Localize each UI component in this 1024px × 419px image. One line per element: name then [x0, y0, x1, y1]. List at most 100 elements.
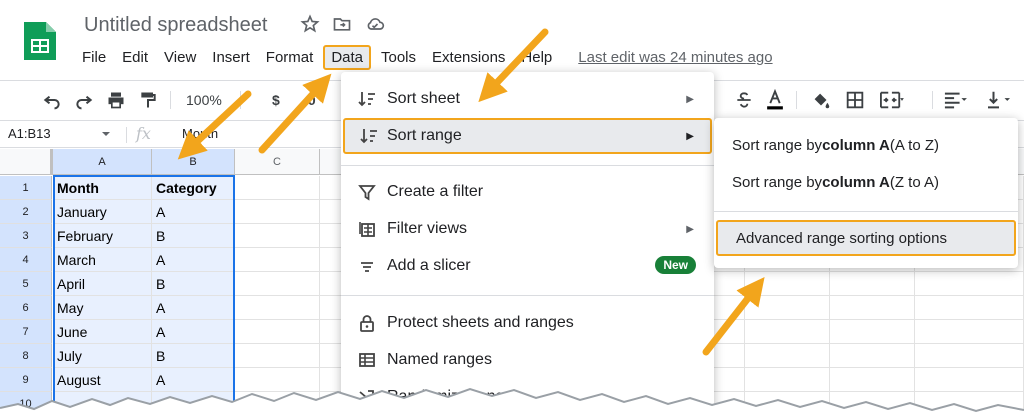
cell-a[interactable]: March	[53, 248, 152, 272]
undo-icon[interactable]	[42, 89, 62, 111]
row-header[interactable]: 9	[0, 368, 52, 392]
cell-b[interactable]: A	[152, 320, 235, 344]
cell-empty[interactable]	[235, 224, 320, 248]
row-header[interactable]: 4	[0, 248, 52, 272]
cell-empty[interactable]	[745, 368, 830, 392]
cell-empty[interactable]	[235, 200, 320, 224]
cell-empty[interactable]	[830, 320, 915, 344]
cloud-status-icon[interactable]	[364, 14, 386, 34]
menu-data[interactable]: Data	[323, 44, 371, 70]
paint-format-icon[interactable]	[138, 89, 158, 111]
cell-b[interactable]	[152, 392, 235, 416]
cell-empty[interactable]	[235, 272, 320, 296]
menu-item-add-slicer[interactable]: Add a slicer New	[341, 248, 714, 284]
cell-empty[interactable]	[235, 320, 320, 344]
menu-item-protect-sheets[interactable]: Protect sheets and ranges	[341, 305, 714, 341]
select-all-corner[interactable]	[0, 149, 53, 175]
sheets-logo-icon[interactable]	[22, 20, 58, 62]
menu-item-sort-sheet[interactable]: Sort sheet ▶	[341, 81, 714, 117]
cell-empty[interactable]	[830, 296, 915, 320]
cell-empty[interactable]	[745, 344, 830, 368]
currency-format-button[interactable]: $	[272, 89, 280, 111]
cell-a[interactable]: May	[53, 296, 152, 320]
advanced-range-sorting-options[interactable]: Advanced range sorting options	[716, 220, 1016, 256]
row-header[interactable]: 6	[0, 296, 52, 320]
menu-help[interactable]: Help	[513, 45, 560, 70]
menu-view[interactable]: View	[156, 45, 204, 70]
cell-empty[interactable]	[745, 320, 830, 344]
cell-a[interactable]: Month	[53, 176, 152, 200]
cell-empty[interactable]	[915, 272, 1024, 296]
cell-b[interactable]: B	[152, 224, 235, 248]
menu-tools[interactable]: Tools	[373, 45, 424, 70]
cell-a[interactable]: April	[53, 272, 152, 296]
star-icon[interactable]	[300, 14, 320, 34]
sort-range-a-to-z[interactable]: Sort range by column A (A to Z)	[714, 127, 1018, 163]
cell-b[interactable]: A	[152, 368, 235, 392]
vertical-align-icon[interactable]	[984, 89, 1014, 111]
cell-empty[interactable]	[235, 296, 320, 320]
cell-b[interactable]: B	[152, 272, 235, 296]
formula-input[interactable]: Month	[182, 126, 218, 141]
cell-empty[interactable]	[235, 344, 320, 368]
align-left-icon[interactable]	[942, 89, 968, 111]
last-edit-link[interactable]: Last edit was 24 minutes ago	[578, 49, 772, 66]
cell-b[interactable]: A	[152, 296, 235, 320]
fill-color-icon[interactable]	[810, 89, 832, 111]
menu-item-randomize-range[interactable]: Randomize range	[341, 379, 714, 415]
menu-edit[interactable]: Edit	[114, 45, 156, 70]
cell-a[interactable]: January	[53, 200, 152, 224]
menu-extensions[interactable]: Extensions	[424, 45, 513, 70]
strikethrough-icon[interactable]	[734, 89, 754, 111]
sort-range-z-to-a[interactable]: Sort range by column A (Z to A)	[714, 164, 1018, 200]
cell-b[interactable]: Category	[152, 176, 235, 200]
menu-item-named-ranges[interactable]: Named ranges	[341, 342, 714, 378]
zoom-select[interactable]: 100%	[186, 89, 222, 111]
cell-empty[interactable]	[235, 176, 320, 200]
cell-b[interactable]: B	[152, 344, 235, 368]
text-color-icon[interactable]	[764, 89, 786, 111]
cell-a[interactable]	[53, 392, 152, 416]
print-icon[interactable]	[106, 89, 126, 111]
cell-empty[interactable]	[915, 320, 1024, 344]
menu-format[interactable]: Format	[258, 45, 322, 70]
name-box[interactable]: A1:B13	[8, 126, 51, 141]
cell-a[interactable]: July	[53, 344, 152, 368]
row-header[interactable]: 8	[0, 344, 52, 368]
column-header-c[interactable]: C	[235, 149, 320, 175]
cell-empty[interactable]	[830, 272, 915, 296]
column-header-b[interactable]: B	[152, 149, 235, 175]
row-header[interactable]: 3	[0, 224, 52, 248]
menu-file[interactable]: File	[74, 45, 114, 70]
cell-empty[interactable]	[235, 368, 320, 392]
cell-empty[interactable]	[830, 344, 915, 368]
row-header[interactable]: 1	[0, 176, 52, 200]
document-title[interactable]: Untitled spreadsheet	[84, 14, 267, 37]
row-header[interactable]: 2	[0, 200, 52, 224]
cell-b[interactable]: A	[152, 248, 235, 272]
column-header-a[interactable]: A	[53, 149, 152, 175]
cell-a[interactable]: June	[53, 320, 152, 344]
cell-empty[interactable]	[915, 296, 1024, 320]
cell-empty[interactable]	[915, 344, 1024, 368]
cell-empty[interactable]	[915, 368, 1024, 392]
menu-item-filter-views[interactable]: Filter views ▶	[341, 211, 714, 247]
row-header[interactable]: 10	[0, 392, 52, 416]
chevron-down-icon[interactable]	[100, 128, 112, 140]
row-header[interactable]: 7	[0, 320, 52, 344]
cell-empty[interactable]	[915, 392, 1024, 416]
cell-empty[interactable]	[235, 248, 320, 272]
cell-empty[interactable]	[745, 392, 830, 416]
menu-insert[interactable]: Insert	[204, 45, 258, 70]
row-header[interactable]: 5	[0, 272, 52, 296]
cell-empty[interactable]	[830, 368, 915, 392]
cell-b[interactable]: A	[152, 200, 235, 224]
cell-empty[interactable]	[745, 272, 830, 296]
redo-icon[interactable]	[74, 89, 94, 111]
cell-empty[interactable]	[830, 392, 915, 416]
cell-a[interactable]: February	[53, 224, 152, 248]
cell-a[interactable]: August	[53, 368, 152, 392]
menu-item-create-filter[interactable]: Create a filter	[341, 174, 714, 210]
menu-item-sort-range[interactable]: Sort range ▶	[343, 118, 712, 154]
move-folder-icon[interactable]	[332, 14, 352, 34]
